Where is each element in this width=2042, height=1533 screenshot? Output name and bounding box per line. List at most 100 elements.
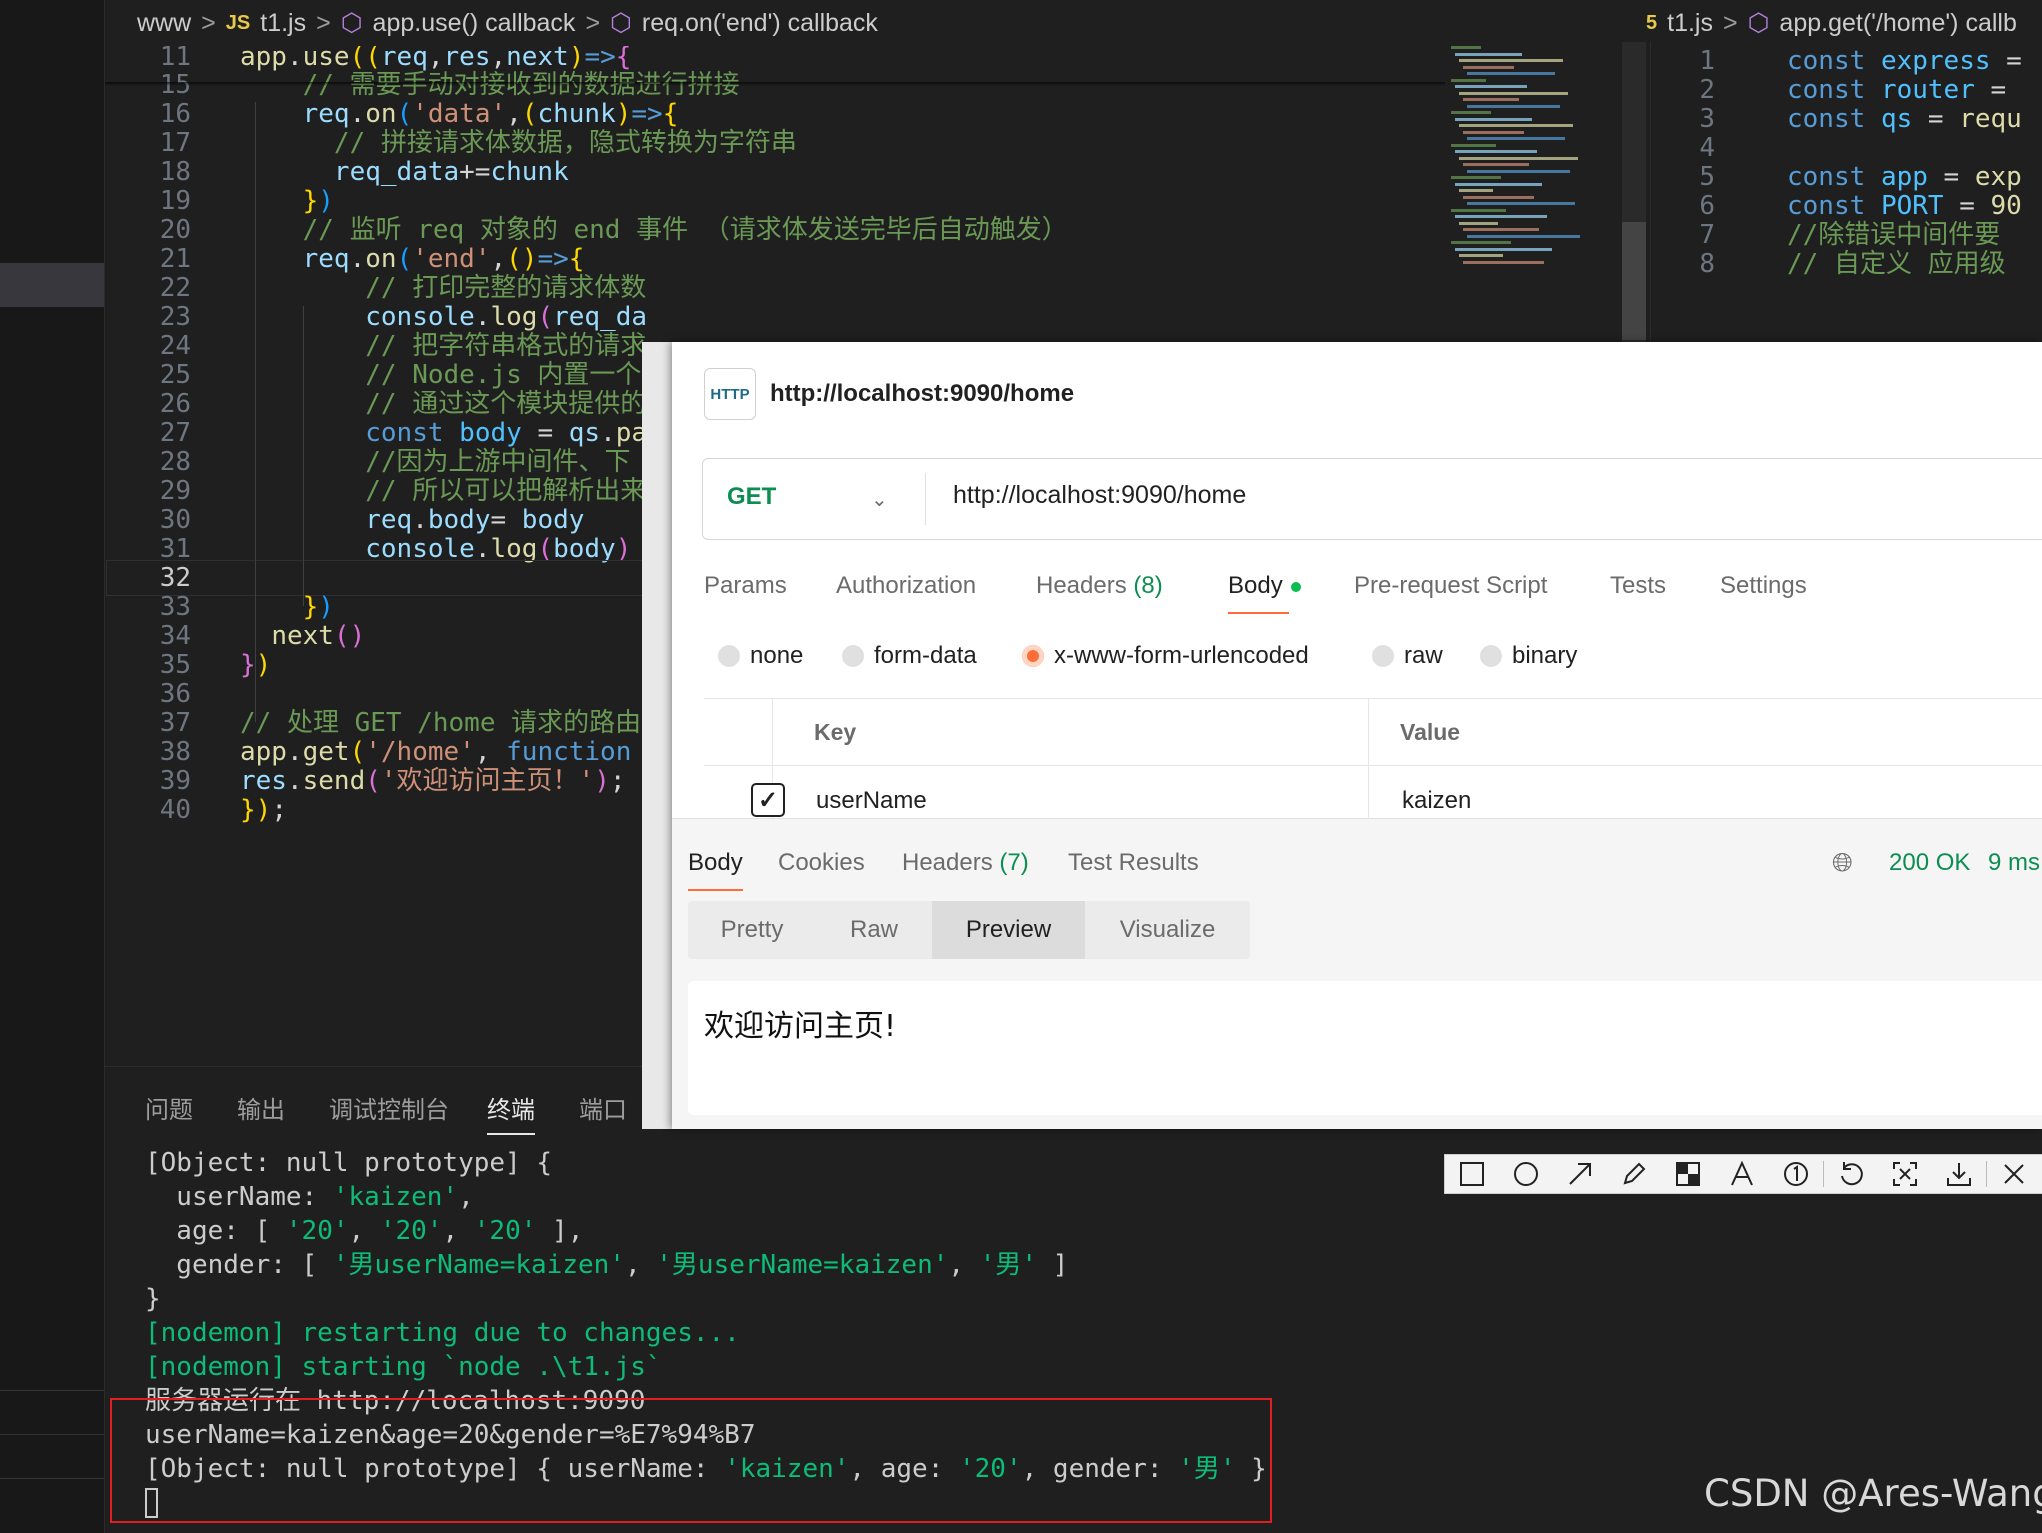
line-content: // 自定义 应用级 xyxy=(1787,245,2006,283)
breadcrumb-item[interactable]: t1.js xyxy=(260,9,306,38)
breadcrumb-item[interactable]: www xyxy=(137,9,191,38)
terminal-text: [nodemon] restarting due to changes... xyxy=(145,1318,740,1348)
radio-raw[interactable]: raw xyxy=(1372,642,1443,670)
tab-ports[interactable]: 端口 xyxy=(579,1090,627,1125)
row-checkbox[interactable]: ✓ xyxy=(751,783,785,817)
tab-label: Settings xyxy=(1720,572,1807,599)
minimap-line xyxy=(1459,59,1563,62)
breadcrumb-item[interactable]: req.on('end') callback xyxy=(642,9,878,38)
download-icon[interactable] xyxy=(1932,1154,1986,1194)
code-token: = xyxy=(1912,104,1960,134)
minimap-line xyxy=(1455,247,1552,251)
tab-body[interactable]: Body xyxy=(1228,572,1301,614)
globe-icon[interactable]: 🌐︎ xyxy=(1832,847,1853,879)
minimap-line xyxy=(1455,85,1527,88)
method-select[interactable]: GET xyxy=(727,483,776,511)
terminal-text: , xyxy=(458,1182,474,1212)
minimap[interactable] xyxy=(1445,42,1620,342)
tab-pre-request-script[interactable]: Pre-request Script xyxy=(1354,572,1547,600)
terminal-text: , xyxy=(442,1216,474,1246)
minimap-line xyxy=(1459,189,1493,192)
tab-debug-console[interactable]: 调试控制台 xyxy=(329,1090,449,1125)
circle-icon[interactable] xyxy=(1499,1154,1553,1194)
terminal-text: '男userName=kaizen' xyxy=(332,1250,625,1280)
modified-dot-icon xyxy=(1290,581,1301,592)
tab-output[interactable]: 输出 xyxy=(237,1090,285,1125)
minimap-line xyxy=(1451,78,1486,82)
breadcrumb-item[interactable]: app.get('/home') callb xyxy=(1779,9,2016,38)
response-tab-body[interactable]: Body xyxy=(688,849,743,891)
request-title[interactable]: http://localhost:9090/home xyxy=(770,380,1074,408)
param-value-cell[interactable]: kaizen xyxy=(1402,787,1471,815)
breadcrumb-item[interactable]: app.use() callback xyxy=(373,9,576,38)
radio-x-www-form-urlencoded[interactable]: x-www-form-urlencoded xyxy=(1022,642,1309,670)
response-preview: 欢迎访问主页! xyxy=(688,981,2042,1115)
terminal-line: [nodemon] starting `node .\t1.js` xyxy=(145,1350,662,1384)
arrow-icon[interactable] xyxy=(1553,1154,1607,1194)
terminal-text: '20' xyxy=(473,1216,537,1246)
radio-circle-icon xyxy=(842,645,864,667)
pen-icon[interactable] xyxy=(1607,1154,1661,1194)
line-number: 8 xyxy=(1699,249,1715,279)
minimap-line xyxy=(1467,202,1575,205)
rectangle-icon[interactable] xyxy=(1445,1154,1499,1194)
radio-circle-icon xyxy=(1480,645,1502,667)
chevron-down-icon[interactable]: ⌄ xyxy=(871,487,888,512)
radio-form-data[interactable]: form-data xyxy=(842,642,977,670)
sticky-scroll-shadow xyxy=(105,82,1445,86)
terminal-text: '20' xyxy=(285,1216,349,1246)
undo-icon[interactable] xyxy=(1824,1154,1878,1194)
response-tab-cookies[interactable]: Cookies xyxy=(778,849,865,877)
view-mode-selector: Pretty Raw Preview Visualize xyxy=(688,901,1250,959)
minimap-line xyxy=(1455,117,1532,121)
js-file-icon: JS xyxy=(225,11,251,34)
radio-none[interactable]: none xyxy=(718,642,803,670)
radio-binary[interactable]: binary xyxy=(1480,642,1577,670)
tab-headers[interactable]: Headers (8) xyxy=(1036,572,1163,600)
response-tab-headers[interactable]: Headers (7) xyxy=(902,849,1029,877)
radio-label: x-www-form-urlencoded xyxy=(1054,642,1309,669)
tab-label: Body xyxy=(1228,572,1283,599)
pin-icon[interactable] xyxy=(1878,1154,1932,1194)
close-icon[interactable] xyxy=(1987,1154,2041,1194)
terminal-text: '男userName=kaizen' xyxy=(656,1250,949,1280)
watermark: CSDN @Ares-Wang xyxy=(1704,1472,2042,1515)
radio-label: form-data xyxy=(874,642,977,669)
minimap-line xyxy=(1459,91,1568,95)
param-key-cell[interactable]: userName xyxy=(816,787,927,815)
view-raw[interactable]: Raw xyxy=(816,901,932,959)
breadcrumb-item[interactable]: t1.js xyxy=(1667,9,1713,38)
response-tab-test-results[interactable]: Test Results xyxy=(1068,849,1199,877)
minimap-line xyxy=(1467,234,1580,238)
activity-divider xyxy=(0,1478,104,1479)
terminal-text: ], xyxy=(536,1216,584,1246)
tab-count: (7) xyxy=(992,849,1029,876)
tab-label: Tests xyxy=(1610,572,1667,599)
view-pretty[interactable]: Pretty xyxy=(688,901,816,959)
view-preview[interactable]: Preview xyxy=(932,901,1085,959)
editor-scrollbar-thumb[interactable] xyxy=(1622,222,1646,340)
activity-divider xyxy=(0,1390,104,1391)
tab-settings[interactable]: Settings xyxy=(1720,572,1807,600)
minimap-line xyxy=(1467,104,1560,108)
minimap-line xyxy=(1451,111,1491,114)
terminal-text: [nodemon] starting `node .\t1.js` xyxy=(145,1352,662,1382)
minimap-line xyxy=(1459,221,1498,225)
view-visualize[interactable]: Visualize xyxy=(1085,901,1250,959)
tab-authorization[interactable]: Authorization xyxy=(836,572,976,600)
tab-label: Headers xyxy=(1036,572,1127,599)
minimap-line xyxy=(1459,156,1578,160)
number-icon[interactable] xyxy=(1769,1154,1823,1194)
split-code-editor[interactable]: 1 const express = 2 const router = 3 const qs… xyxy=(1650,42,2042,342)
tab-problems[interactable]: 问题 xyxy=(145,1090,193,1125)
tab-tests[interactable]: Tests xyxy=(1610,572,1666,600)
terminal-text: age: [ xyxy=(145,1216,286,1246)
minimap-line xyxy=(1455,182,1542,186)
activity-bar xyxy=(0,0,105,1533)
key-column-header: Key xyxy=(814,719,857,745)
tab-terminal[interactable]: 终端 xyxy=(487,1090,535,1135)
tab-params[interactable]: Params xyxy=(704,572,787,600)
mosaic-icon[interactable] xyxy=(1661,1154,1715,1194)
url-input[interactable]: http://localhost:9090/home xyxy=(953,481,1246,510)
text-icon[interactable] xyxy=(1715,1154,1769,1194)
